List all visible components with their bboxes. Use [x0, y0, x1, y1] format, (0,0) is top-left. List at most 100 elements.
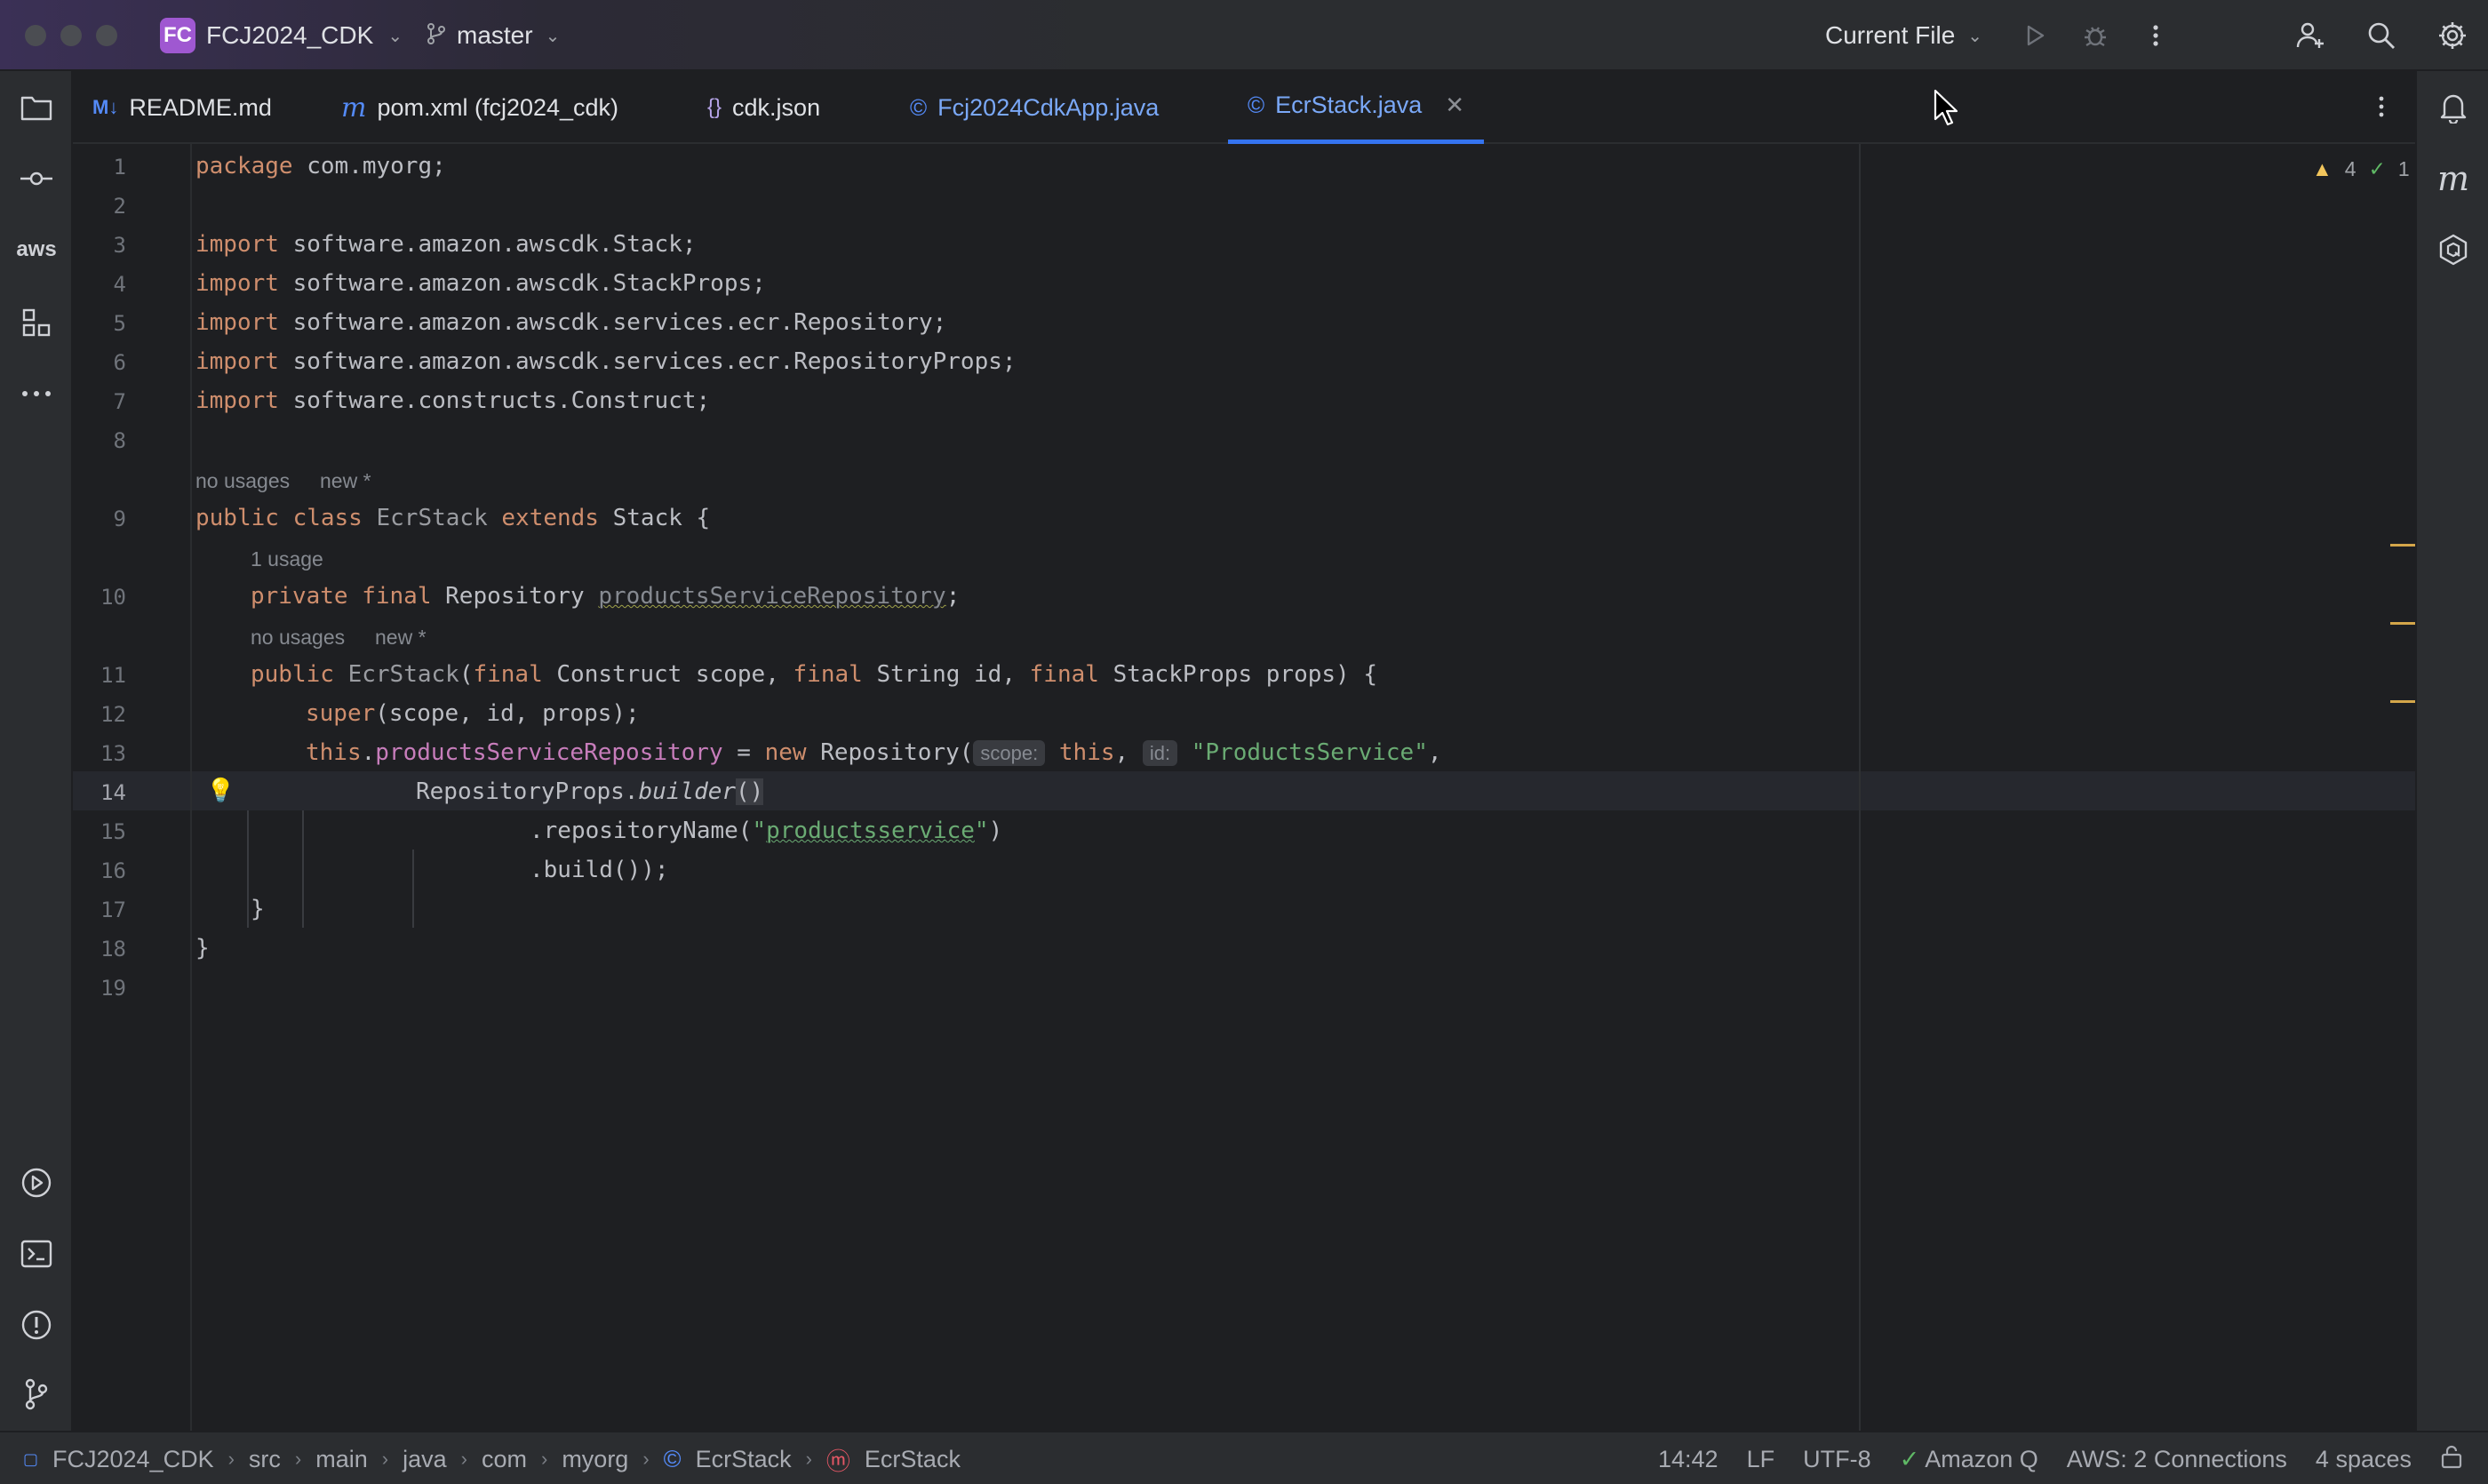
problems-icon[interactable]: [18, 1306, 55, 1344]
left-tool-window-bar: aws: [0, 71, 73, 1431]
more-horizontal-icon[interactable]: [18, 375, 55, 412]
code-text: package com.myorg;: [195, 153, 446, 180]
chevron-right-icon: ›: [642, 1448, 650, 1470]
line-number: 9: [113, 507, 126, 531]
settings-gear-icon[interactable]: [2435, 18, 2470, 53]
tab-label: pom.xml (fcj2024_cdk): [377, 93, 619, 121]
git-branch-icon: [425, 22, 448, 50]
chevron-right-icon: ›: [460, 1448, 467, 1470]
code-line: 18 }: [73, 929, 2415, 969]
notifications-bell-icon[interactable]: [2435, 89, 2472, 126]
project-folder-icon[interactable]: [18, 89, 55, 126]
caret-position[interactable]: 14:42: [1658, 1446, 1718, 1473]
status-bar: ▢ FCJ2024_CDK › src › main › java › com …: [0, 1431, 2488, 1484]
code-text: import software.amazon.awscdk.Stack;: [195, 231, 697, 258]
code-line: 13 this.productsServiceRepository = new …: [73, 734, 2415, 773]
line-number: 4: [113, 272, 126, 297]
chevron-down-icon: ⌄: [545, 26, 561, 46]
amazon-q-icon[interactable]: [2435, 231, 2472, 268]
add-user-icon[interactable]: [2293, 18, 2328, 53]
code-line: 19: [73, 969, 2415, 1008]
more-vertical-icon[interactable]: [2364, 89, 2399, 124]
branch-selector[interactable]: master ⌄: [425, 18, 560, 53]
mouse-pointer-icon: [1934, 89, 1960, 131]
code-line: 12 super(scope, id, props);: [73, 695, 2415, 734]
parameter-hint: id:: [1142, 740, 1178, 766]
code-text: public class EcrStack extends Stack {: [195, 505, 711, 531]
author-hint[interactable]: new *: [375, 626, 427, 650]
breadcrumb-item[interactable]: com: [482, 1446, 527, 1473]
git-icon[interactable]: [18, 1376, 55, 1413]
code-vision-hint[interactable]: 1 usage: [73, 539, 2415, 578]
author-hint[interactable]: new *: [320, 469, 371, 493]
editor-tab-bar: M↓ README.md m pom.xml (fcj2024_cdk) {} …: [73, 71, 2415, 144]
breadcrumb-item[interactable]: EcrStack: [696, 1446, 792, 1473]
code-text: import software.amazon.awscdk.StackProps…: [195, 270, 766, 297]
code-vision-hint[interactable]: no usages new *: [73, 460, 2415, 499]
code-line: 16 .build());: [73, 851, 2415, 890]
breadcrumb-item[interactable]: EcrStack: [865, 1446, 961, 1473]
indent-setting[interactable]: 4 spaces: [2316, 1446, 2412, 1473]
code-editor[interactable]: ▲ 4 ✓ 1 ⌃ ⌄ 1 package com.myorg; 2 3 imp…: [73, 144, 2415, 1431]
status-widgets: 14:42 LF UTF-8 ✓ Amazon Q AWS: 2 Connect…: [1658, 1432, 2463, 1484]
line-number: 8: [113, 428, 126, 453]
debug-icon[interactable]: [2077, 18, 2113, 53]
tab-ecrstack[interactable]: © EcrStack.java ✕: [1228, 71, 1485, 144]
unlock-icon[interactable]: [2440, 1444, 2463, 1475]
chevron-right-icon: ›: [294, 1448, 302, 1470]
play-icon[interactable]: [2017, 18, 2053, 53]
code-text: import software.constructs.Construct;: [195, 387, 711, 414]
tab-label: README.md: [129, 93, 272, 121]
breadcrumb-item[interactable]: main: [315, 1446, 368, 1473]
lightbulb-icon[interactable]: 💡: [206, 777, 235, 804]
run-configuration-selector[interactable]: Current File ⌄: [1825, 18, 1982, 53]
search-icon[interactable]: [2364, 18, 2399, 53]
chevron-right-icon: ›: [540, 1448, 548, 1470]
tab-cdk-json[interactable]: {} cdk.json: [707, 71, 820, 144]
breadcrumb-item[interactable]: myorg: [562, 1446, 628, 1473]
line-separator[interactable]: LF: [1747, 1446, 1775, 1473]
window-close-button[interactable]: [25, 25, 46, 46]
code-text: import software.amazon.awscdk.services.e…: [195, 309, 947, 336]
maven-panel-icon[interactable]: m: [2435, 159, 2472, 198]
aws-connections[interactable]: AWS: 2 Connections: [2067, 1446, 2287, 1473]
json-icon: {}: [707, 95, 722, 119]
tab-fcj2024cdkapp[interactable]: © Fcj2024CdkApp.java: [910, 71, 1159, 144]
file-encoding[interactable]: UTF-8: [1803, 1446, 1871, 1473]
window-minimize-button[interactable]: [60, 25, 82, 46]
usages-hint[interactable]: no usages: [251, 626, 345, 650]
code-text: }: [251, 896, 265, 922]
code-line: 9 public class EcrStack extends Stack {: [73, 499, 2415, 539]
usages-hint[interactable]: no usages: [195, 469, 290, 493]
breadcrumb-item[interactable]: src: [249, 1446, 281, 1473]
more-vertical-icon[interactable]: [2138, 18, 2173, 53]
breadcrumb-item[interactable]: FCJ2024_CDK: [52, 1446, 214, 1473]
tab-pom-xml[interactable]: m pom.xml (fcj2024_cdk): [341, 71, 618, 144]
project-selector[interactable]: FC FCJ2024_CDK ⌄: [160, 18, 403, 53]
code-line: 3 import software.amazon.awscdk.Stack;: [73, 226, 2415, 265]
window-maximize-button[interactable]: [96, 25, 117, 46]
code-text: public EcrStack(final Construct scope, f…: [251, 661, 1377, 688]
line-number: 16: [100, 858, 126, 883]
breadcrumb-item[interactable]: java: [403, 1446, 447, 1473]
code-line: 5 import software.amazon.awscdk.services…: [73, 304, 2415, 343]
close-icon[interactable]: ✕: [1445, 92, 1464, 119]
tab-readme[interactable]: M↓ README.md: [92, 71, 272, 144]
amazon-q-status[interactable]: ✓ Amazon Q: [1900, 1446, 2038, 1473]
line-number: 12: [100, 702, 126, 727]
structure-icon[interactable]: [18, 304, 55, 341]
method-icon: ⓜ: [825, 1448, 850, 1475]
terminal-icon[interactable]: [18, 1235, 55, 1273]
code-vision-hint[interactable]: no usages new *: [73, 617, 2415, 656]
line-number: 5: [113, 311, 126, 336]
run-services-icon[interactable]: [18, 1164, 55, 1201]
commit-icon[interactable]: [18, 160, 55, 197]
line-number: 3: [113, 233, 126, 258]
code-text: }: [195, 935, 210, 961]
aws-icon[interactable]: aws: [16, 231, 56, 268]
usages-hint[interactable]: 1 usage: [251, 547, 323, 571]
parameter-hint: scope:: [973, 740, 1046, 766]
tab-label: EcrStack.java: [1275, 92, 1423, 118]
code-text: .repositoryName("productsservice"): [530, 818, 1003, 844]
title-bar: FC FCJ2024_CDK ⌄ master ⌄ Current File ⌄: [0, 0, 2488, 71]
